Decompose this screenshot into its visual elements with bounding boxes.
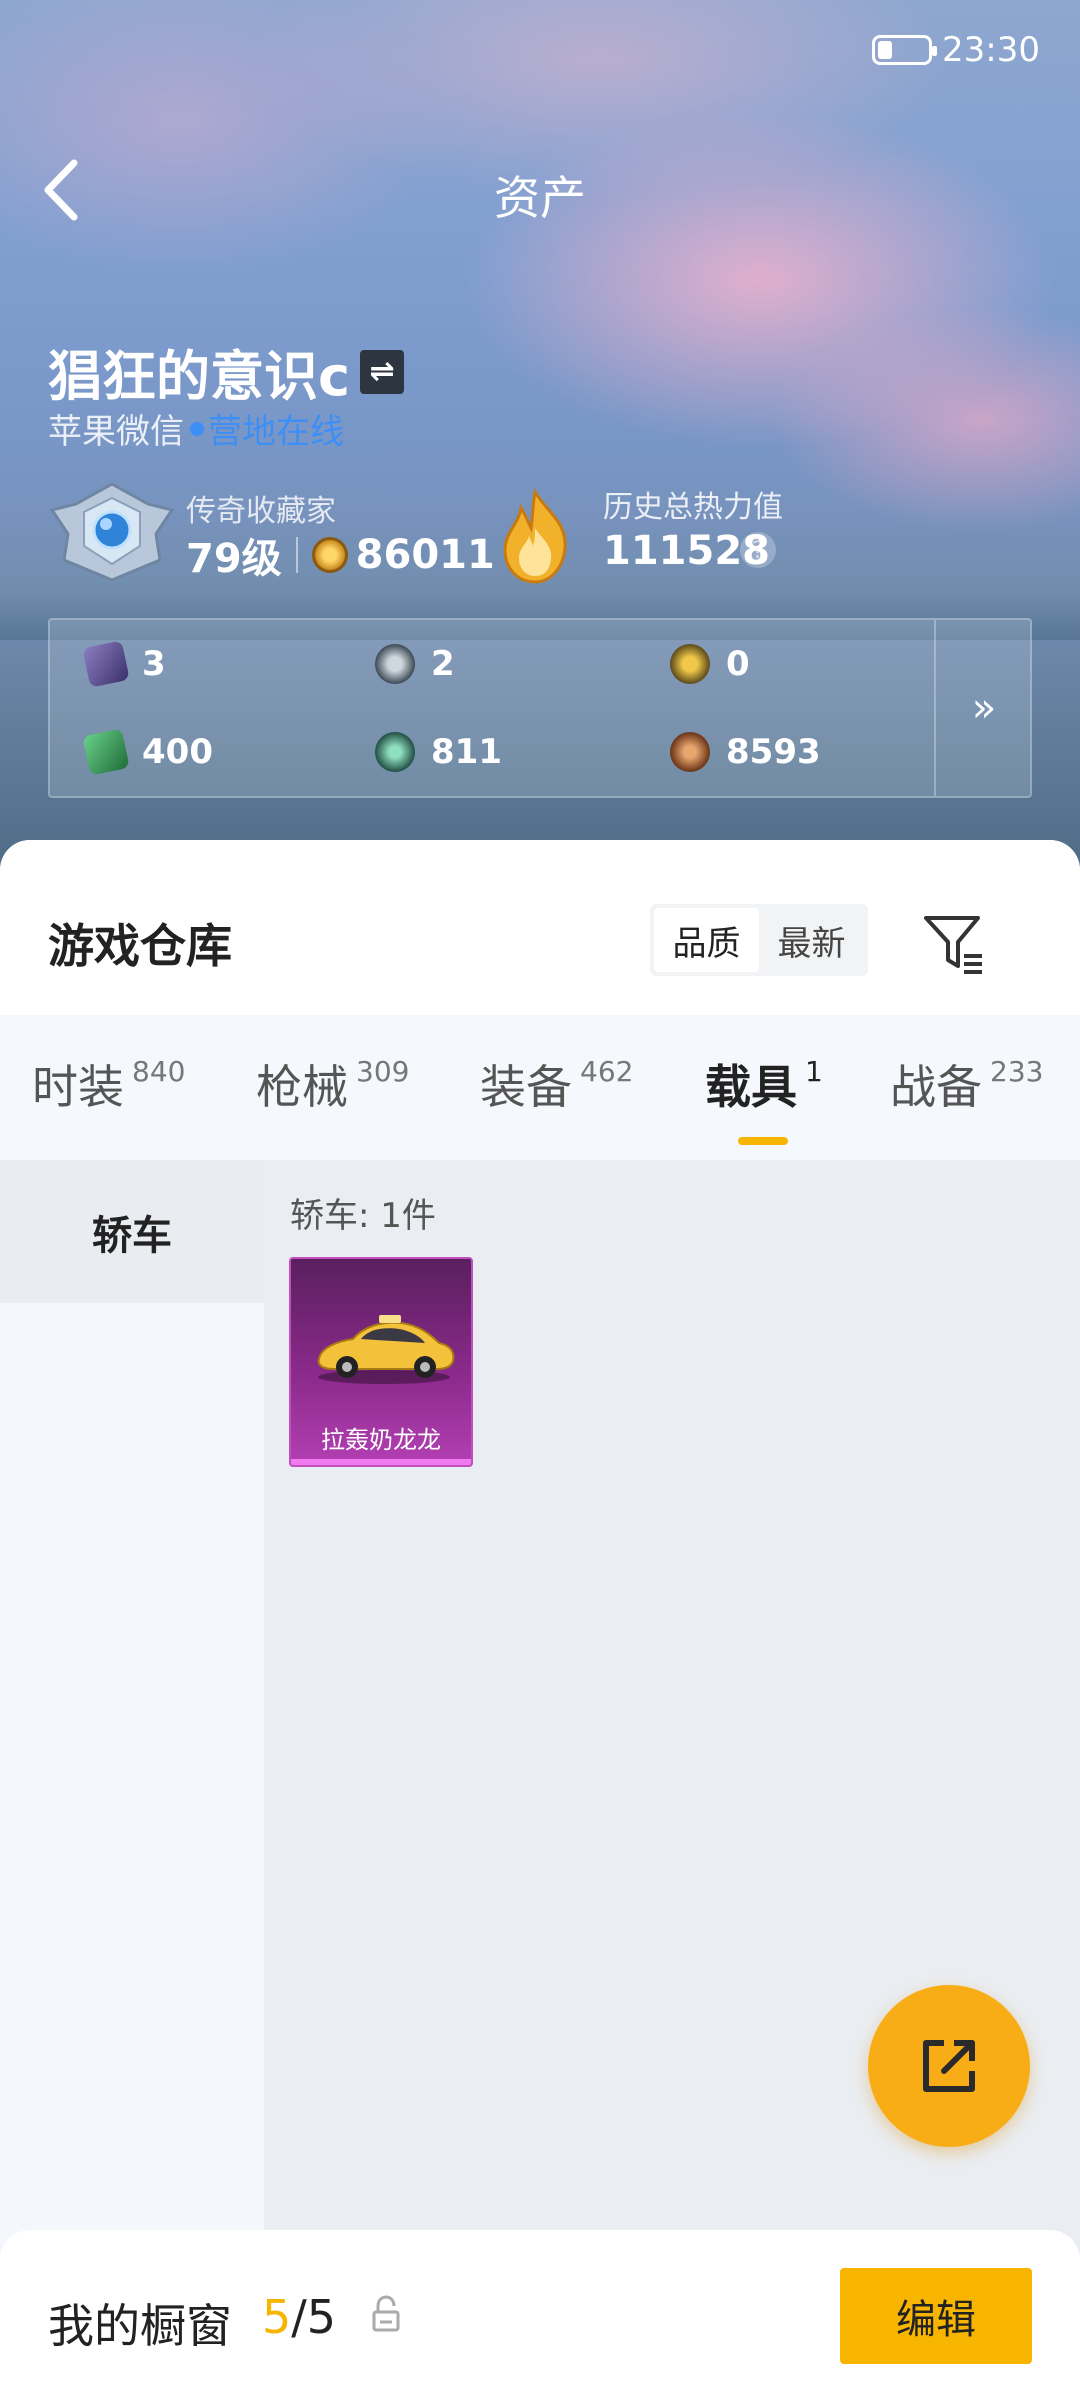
username: 猖狂的意识c ⇌ bbox=[48, 332, 405, 411]
tab-weapons[interactable]: 枪械 309 bbox=[256, 1051, 409, 1117]
warehouse-content: 轿车 轿车: 1件 拉轰奶龙龙 bbox=[0, 1160, 1080, 2400]
item-name: 拉轰奶龙龙 bbox=[321, 1426, 441, 1454]
card-icon bbox=[82, 640, 130, 688]
platform-label: 苹果微信 bbox=[48, 412, 184, 452]
username-text: 猖狂的意识c bbox=[48, 345, 351, 408]
stat-value: 3 bbox=[142, 644, 166, 684]
tab-supplies[interactable]: 战备 233 bbox=[890, 1051, 1043, 1117]
stat-value: 0 bbox=[726, 644, 750, 684]
page-title: 资产 bbox=[494, 171, 586, 225]
collection-points: 86011 bbox=[355, 532, 495, 578]
tab-count: 462 bbox=[580, 1055, 634, 1088]
showcase-count: 5/5 bbox=[262, 2290, 336, 2344]
sort-option-latest[interactable]: 最新 bbox=[759, 908, 864, 972]
online-status: 营地在线 bbox=[208, 412, 344, 452]
switch-account-icon[interactable]: ⇌ bbox=[360, 349, 405, 394]
help-icon[interactable]: ? bbox=[740, 532, 776, 568]
stat-item-medal: 8593 bbox=[670, 732, 821, 772]
lock-icon bbox=[372, 2295, 400, 2332]
stat-item-ticket: 400 bbox=[82, 728, 213, 776]
level-row: 79级 86011 bbox=[186, 526, 495, 584]
profile-header-background: 23:30 资产 猖狂的意识c ⇌ 苹果微信 营地在线 传奇收藏家 79级 86… bbox=[0, 0, 1080, 880]
subcategory-sidebar: 轿车 bbox=[0, 1160, 264, 2400]
tab-label: 时装 bbox=[32, 1060, 124, 1114]
orb-icon bbox=[375, 732, 415, 772]
share-button[interactable] bbox=[868, 1985, 1030, 2147]
tab-equipment[interactable]: 装备 462 bbox=[480, 1051, 633, 1117]
legend-collector-badge-icon[interactable] bbox=[48, 480, 176, 584]
tab-count: 840 bbox=[132, 1055, 186, 1088]
rarity-strip bbox=[291, 1459, 471, 1465]
level-value: 79级 bbox=[186, 536, 282, 582]
warehouse-title: 游戏仓库 bbox=[48, 919, 232, 973]
sort-toggle[interactable]: 品质 最新 bbox=[650, 904, 868, 976]
tab-label: 装备 bbox=[480, 1060, 572, 1114]
level-title: 传奇收藏家 bbox=[186, 494, 336, 529]
tab-label: 载具 bbox=[705, 1060, 797, 1114]
more-stats-button[interactable]: » bbox=[936, 620, 1032, 796]
heat-title: 历史总热力值 bbox=[603, 490, 783, 525]
battery-icon bbox=[872, 35, 938, 65]
filter-icon[interactable] bbox=[920, 910, 986, 976]
showcase-total: /5 bbox=[291, 2290, 337, 2344]
edit-button[interactable]: 编辑 bbox=[840, 2268, 1032, 2364]
warehouse-sheet: 游戏仓库 品质 最新 时装 840 枪械 309 装备 462 载具 1 战备 … bbox=[0, 840, 1080, 2400]
stat-value: 2 bbox=[431, 644, 455, 684]
medal-icon bbox=[670, 732, 710, 772]
sort-option-quality[interactable]: 品质 bbox=[654, 908, 759, 972]
tab-count: 1 bbox=[805, 1055, 823, 1088]
stat-value: 811 bbox=[431, 732, 502, 772]
fire-icon bbox=[503, 488, 567, 584]
currency-stats-panel[interactable]: 3 2 0 400 811 8593 » bbox=[48, 618, 1032, 798]
status-time: 23:30 bbox=[942, 30, 1040, 70]
tab-label: 枪械 bbox=[256, 1060, 348, 1114]
active-tab-indicator bbox=[738, 1137, 788, 1145]
tab-label: 战备 bbox=[890, 1060, 982, 1114]
category-tabs: 时装 840 枪械 309 装备 462 载具 1 战备 233 bbox=[0, 1015, 1080, 1160]
stat-value: 8593 bbox=[726, 732, 821, 772]
showcase-bar: 我的橱窗 5/5 编辑 bbox=[0, 2230, 1080, 2400]
showcase-label: 我的橱窗 bbox=[48, 2299, 232, 2353]
divider bbox=[295, 537, 298, 573]
sidebar-item-sedan[interactable]: 轿车 bbox=[0, 1160, 264, 1303]
share-icon bbox=[923, 2040, 975, 2092]
car-icon bbox=[317, 1315, 455, 1384]
tab-vehicles[interactable]: 载具 1 bbox=[705, 1051, 823, 1117]
collection-coin-icon bbox=[311, 537, 348, 573]
tab-count: 233 bbox=[990, 1055, 1044, 1088]
stat-value: 400 bbox=[142, 732, 213, 772]
category-count-label: 轿车: 1件 bbox=[290, 1196, 436, 1236]
stat-item-card: 3 bbox=[82, 640, 166, 688]
coin-a-icon bbox=[670, 644, 710, 684]
online-dot-icon bbox=[190, 421, 204, 436]
double-chevron-right-icon: » bbox=[971, 685, 997, 731]
warehouse-header: 游戏仓库 品质 最新 bbox=[0, 840, 1080, 1015]
stat-item-coin-a: 0 bbox=[670, 644, 750, 684]
showcase-current: 5 bbox=[262, 2290, 292, 2344]
stat-item-coin-s: 2 bbox=[375, 644, 455, 684]
stat-item-orb: 811 bbox=[375, 732, 502, 772]
ticket-icon bbox=[82, 728, 130, 776]
coin-s-icon bbox=[375, 644, 415, 684]
item-card[interactable]: 拉轰奶龙龙 bbox=[289, 1257, 473, 1467]
tab-fashion[interactable]: 时装 840 bbox=[32, 1051, 185, 1117]
account-status: 苹果微信 营地在线 bbox=[48, 404, 344, 453]
status-bar: 23:30 bbox=[872, 30, 1040, 70]
tab-count: 309 bbox=[356, 1055, 410, 1088]
